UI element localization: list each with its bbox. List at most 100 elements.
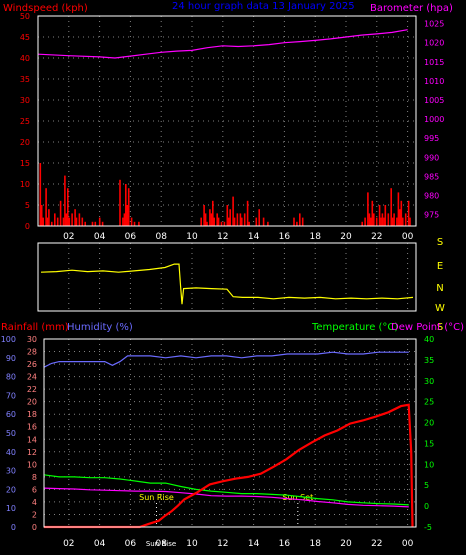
lower-x-tick-label: 06 [125,539,137,549]
barometer-tick-label: 990 [424,153,439,162]
lower-x-tick-label: 20 [340,539,352,549]
windspeed-bar [361,221,363,226]
windspeed-bar [42,217,44,226]
windspeed-bar [391,217,394,226]
humidity-tick-label: 80 [6,373,16,382]
temperature-tick-label: 5 [424,481,429,490]
barometer-tick-label: 1010 [424,77,444,86]
rainfall-tick-label: 6 [32,485,37,494]
windspeed-bar [296,221,298,226]
windspeed-bar [138,221,140,226]
rainfall-tick-label: 14 [27,435,37,444]
humidity-tick-label: 90 [6,354,16,363]
windspeed-bar [409,217,411,226]
direction-label: S [437,237,443,248]
wind-x-tick-label: 18 [309,232,321,242]
wind-x-tick-label: 14 [248,232,260,242]
temperature-tick-label: 30 [424,377,434,386]
windspeed-tick-label: 40 [20,54,30,63]
windspeed-tick-label: 10 [20,180,30,189]
windspeed-bar [267,221,269,226]
windspeed-tick-label: 5 [25,201,30,210]
weather-graph: Windspeed (kph) 24 hour graph data 13 Ja… [0,0,466,555]
windspeed-tick-label: 0 [25,222,30,231]
windspeed-bar [370,217,372,226]
windspeed-bar [236,213,239,226]
chart-title: 24 hour graph data 13 January 2025 [172,1,355,12]
wind-x-tick-label: 08 [155,232,167,242]
wind-x-tick-label: 20 [340,232,352,242]
rainfall-legend: Rainfall (mm) [1,322,69,333]
windspeed-bar [239,213,242,226]
humidity-legend: Humidity (%) [67,322,133,333]
windspeed-bar [98,217,101,226]
rainfall-tick-label: 22 [27,385,37,394]
rainfall-tick-label: 20 [27,398,37,407]
windspeed-bar [299,213,301,226]
windspeed-bar [380,217,382,226]
windspeed-bar [59,200,62,226]
windspeed-bar [301,217,304,226]
windspeed-bar [78,213,81,226]
direction-label: E [437,261,443,272]
windspeed-bar [248,221,250,226]
lower-x-tick-label: 00 [402,539,414,549]
rainfall-tick-label: 2 [32,510,37,519]
windspeed-bar [255,217,258,226]
windspeed-bar [383,217,385,226]
windspeed-tick-label: 45 [20,33,30,42]
windspeed-bar [210,213,213,226]
rainfall-tick-label: 16 [27,423,37,432]
rainfall-tick-label: 30 [27,335,37,344]
lower-x-tick-label: 16 [279,539,291,549]
rainfall-tick-label: 4 [32,498,37,507]
humidity-tick-label: 60 [6,410,16,419]
windspeed-bar [127,188,130,226]
barometer-tick-label: 1000 [424,115,444,124]
sunrise-tick-label: Sun Rise [146,540,176,548]
windspeed-bar [387,213,390,226]
windspeed-bar [64,175,66,226]
windspeed-bar [375,217,378,226]
windspeed-bar [371,200,374,226]
windspeed-bar [293,217,295,226]
temperature-tick-label: 35 [424,356,434,365]
windspeed-bar [123,213,126,226]
sun-marker-label: Sun Rise [139,493,174,502]
windspeed-axis-title: Windspeed (kph) [3,3,88,14]
temperature-tick-label: -5 [424,523,432,532]
windspeed-tick-label: 20 [20,138,30,147]
rainfall-tick-label: 28 [27,348,37,357]
lower-x-tick-label: 10 [186,539,198,549]
humidity-tick-label: 30 [6,467,16,476]
windspeed-tick-label: 30 [20,96,30,105]
windspeed-bar [75,217,78,226]
humidity-tick-label: 50 [6,429,16,438]
windspeed-bar [68,217,71,226]
rainfall-tick-label: 18 [27,410,37,419]
windspeed-bar [213,217,215,226]
barometer-tick-label: 1015 [424,58,444,67]
windspeed-bar [122,217,124,226]
windspeed-bar [220,221,223,226]
windspeed-bar [396,217,398,226]
barometer-tick-label: 1020 [424,39,444,48]
temperature-tick-label: 40 [424,335,434,344]
wind-x-tick-label: 10 [186,232,198,242]
windspeed-bar [65,213,68,226]
windspeed-tick-label: 15 [20,159,30,168]
windspeed-bar [119,179,121,226]
windspeed-bar [126,205,128,226]
barometer-tick-label: 995 [424,134,439,143]
windspeed-bar [91,221,94,226]
wind-x-tick-label: 04 [94,232,106,242]
temperature-tick-label: 25 [424,398,434,407]
windspeed-bar [397,192,400,226]
windspeed-bar [381,213,384,226]
lower-x-tick-label: 12 [217,539,228,549]
barometer-tick-label: 985 [424,172,439,181]
windspeed-bar [223,221,226,226]
rainfall-tick-label: 0 [32,523,37,532]
wind-x-tick-label: 06 [125,232,137,242]
windspeed-bar [404,213,407,226]
